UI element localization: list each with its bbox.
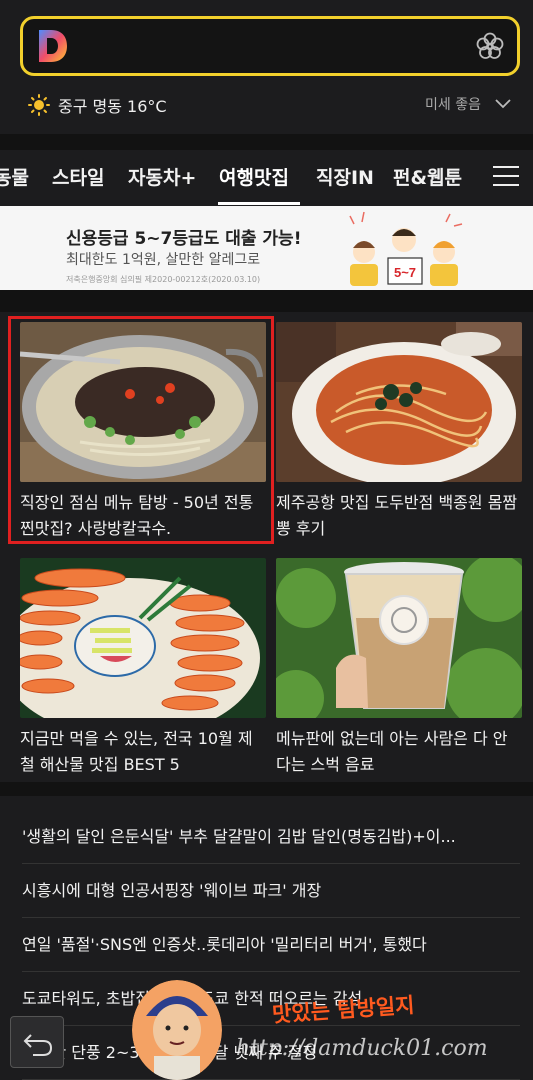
article-title: 지금만 먹을 수 있는, 전국 10월 제철 해산물 맛집 BEST 5 [20, 729, 253, 774]
news-item[interactable]: '생활의 달인 은둔식달' 부추 달걀말이 김밥 달인(명동김밥)+이... [22, 810, 520, 864]
weather-text: 중구 명동 16°C [58, 97, 167, 116]
ad-badge-text: 5~7 [394, 265, 416, 280]
news-item[interactable]: 시흥시에 대형 인공서핑장 '웨이브 파크' 개장 [22, 864, 520, 918]
ad-illustration: 5~7 [349, 211, 463, 286]
dust-label: 미세 좋음 [425, 97, 481, 113]
ad-subtitle: 최대한도 1억원, 살만한 알레그로 [66, 252, 261, 268]
ad-title: 신용등급 5~7등급도 대출 가능! [66, 229, 302, 249]
divider [0, 134, 533, 150]
tab-fun-webtoon[interactable]: 펀&웹툰 [393, 163, 462, 190]
divider [0, 782, 533, 796]
tab-car[interactable]: 자동차+ [128, 163, 196, 190]
sun-icon [28, 94, 50, 116]
menu-icon[interactable] [493, 166, 519, 186]
selected-card-highlight [8, 316, 274, 544]
dust-dropdown[interactable]: 미세 좋음 [425, 94, 511, 114]
tab-job[interactable]: 직장IN [316, 163, 374, 190]
category-tabs: 동물 스타일 자동차+ 여행맛집 직장IN 펀&웹툰 [0, 150, 533, 206]
article-thumbnail [276, 558, 522, 718]
article-thumbnail [20, 558, 266, 718]
tab-animal[interactable]: 동물 [0, 163, 29, 190]
flower-icon[interactable] [475, 31, 505, 61]
divider [0, 290, 533, 312]
article-title: 제주공항 맛집 도두반점 백종원 몸짬뽕 후기 [276, 493, 518, 538]
back-button[interactable] [10, 1016, 64, 1068]
tab-style[interactable]: 스타일 [52, 163, 104, 190]
news-item[interactable]: 연일 '품절'·SNS엔 인증샷..롯데리아 '밀리터리 버거', 통했다 [22, 918, 520, 972]
back-arrow-icon [23, 1034, 53, 1056]
chevron-down-icon [495, 99, 511, 109]
article-thumbnail [276, 322, 522, 482]
ad-disclaimer: 저축은행중앙회 심의필 제2020-00212호(2020.03.10) [66, 275, 261, 284]
article-title: 메뉴판에 없는데 아는 사람은 다 안다는 스벅 음료 [276, 729, 508, 774]
active-tab-indicator [218, 202, 300, 205]
weather-widget[interactable]: 중구 명동 16°C [28, 92, 167, 118]
search-bar[interactable] [20, 16, 520, 76]
watermark-avatar [132, 980, 222, 1080]
watermark-url: http://damduck01.com [236, 1036, 488, 1061]
ad-banner[interactable]: 신용등급 5~7등급도 대출 가능! 최대한도 1억원, 살만한 알레그로 저축… [0, 206, 533, 290]
tab-travel-food[interactable]: 여행맛집 [219, 163, 289, 190]
daum-d-logo-icon[interactable] [37, 28, 69, 64]
